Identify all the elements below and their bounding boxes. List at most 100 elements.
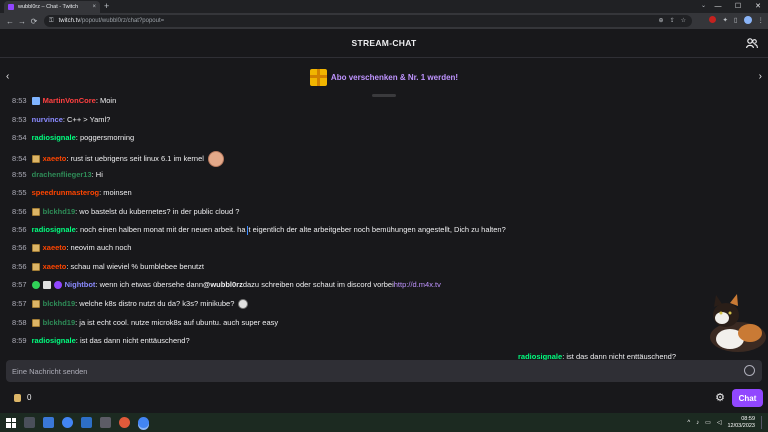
message-username[interactable]: radiosignale: [32, 336, 76, 346]
app-icon[interactable]: [81, 417, 92, 428]
message-username[interactable]: xaeeto: [43, 243, 67, 253]
message-timestamp: 8:57: [12, 280, 27, 289]
message-username[interactable]: drachenflieger13: [32, 170, 92, 180]
chat-send-button[interactable]: Chat: [732, 389, 763, 407]
chat-input[interactable]: [12, 366, 712, 376]
zoom-icon[interactable]: ⊕: [659, 16, 664, 26]
tray-overflow-icon[interactable]: ^: [687, 420, 690, 426]
message-username[interactable]: radiosignale: [32, 133, 76, 143]
network-icon[interactable]: ▭: [705, 419, 711, 426]
message-text: : wo bastelst du kubernetes? in der publ…: [75, 207, 240, 216]
settings-gear-icon[interactable]: ⚙: [714, 392, 726, 404]
channel-points[interactable]: 0: [14, 393, 31, 402]
subscriber-badge-icon[interactable]: [31, 208, 40, 216]
windows-start-icon[interactable]: [6, 417, 16, 428]
gift-banner-text: Abo verschenken & Nr. 1 werden!: [330, 72, 459, 82]
subscriber-badge-icon[interactable]: [31, 300, 40, 308]
subscriber-badge-icon[interactable]: [31, 97, 40, 105]
message-username[interactable]: blckhd19: [43, 207, 76, 217]
chrome-icon[interactable]: [62, 417, 73, 428]
volume-icon[interactable]: ◁: [717, 419, 722, 426]
message-text: : ja ist echt cool. nutze microk8s auf u…: [75, 318, 279, 327]
reload-button[interactable]: ⟳: [28, 17, 40, 26]
browser-tab[interactable]: wubbl0rz – Chat - Twitch ×: [4, 1, 100, 13]
skull-emote-icon[interactable]: [238, 299, 249, 309]
message-mention[interactable]: @wubbl0rz: [203, 280, 243, 290]
users-icon[interactable]: [746, 38, 758, 49]
message-username[interactable]: MartinVonCore: [43, 97, 96, 106]
terminal-icon[interactable]: [100, 417, 111, 428]
close-tab-icon[interactable]: ×: [92, 4, 96, 10]
puzzle-icon[interactable]: ✦: [722, 16, 727, 24]
message-username[interactable]: radiosignale: [32, 225, 76, 235]
message-text: : noch einen halben monat mit der neuen …: [75, 225, 246, 234]
close-window-button[interactable]: ✕: [748, 0, 768, 13]
menu-icon[interactable]: ⋮: [758, 16, 765, 24]
chat-message: 8:57 blckhd19 : welche k8s distro nutzt …: [12, 299, 249, 309]
moderator-badge-icon[interactable]: [31, 281, 40, 289]
verified-badge-icon[interactable]: [53, 281, 62, 289]
taskbar-clock[interactable]: 08:59 12/03/2023: [727, 416, 755, 429]
chat-message: 8:56 blckhd19 : wo bastelst du kubernete…: [12, 207, 239, 217]
message-text: : schau mal wieviel % bumblebee benutzt: [66, 262, 204, 271]
crown-badge-icon[interactable]: [42, 281, 51, 289]
show-desktop-button[interactable]: [761, 416, 762, 429]
chat-input-container[interactable]: [6, 360, 762, 382]
face-emote-icon[interactable]: [207, 151, 224, 167]
message-username[interactable]: nurvince: [32, 115, 63, 125]
star-icon[interactable]: ☆: [681, 16, 686, 26]
microphone-icon[interactable]: ♪: [696, 420, 699, 426]
forward-button[interactable]: →: [16, 17, 28, 26]
maximize-button[interactable]: ☐: [728, 0, 748, 13]
message-text: : rust ist uebrigens seit linux 6.1 im k…: [66, 154, 204, 163]
emote-picker-icon[interactable]: [744, 365, 755, 376]
message-username[interactable]: blckhd19: [43, 318, 76, 328]
subscriber-badge-icon[interactable]: [31, 244, 40, 252]
chat-message: 8:59 radiosignale : ist das dann nicht e…: [12, 336, 190, 346]
message-timestamp: 8:53: [12, 115, 27, 124]
share-icon[interactable]: ⇪: [670, 16, 675, 26]
message-timestamp: 8:56: [12, 207, 27, 216]
banner-prev-button[interactable]: ‹: [6, 72, 9, 82]
app-icon[interactable]: [119, 417, 130, 428]
chat-message-list[interactable]: 8:53 MartinVonCore : Moin 8:53 nurvince …: [0, 97, 768, 350]
url-input[interactable]: ⚿ twitch.tv/popout/wubbl0rz/chat?popout=…: [44, 15, 692, 27]
chat-message: 8:57 Nightbot : wenn ich etwas übersehe …: [12, 280, 441, 290]
message-timestamp: 8:58: [12, 318, 27, 327]
extension-icon[interactable]: [709, 16, 717, 23]
back-button[interactable]: ←: [4, 17, 16, 26]
subscriber-badge-icon[interactable]: [31, 263, 40, 271]
cat-overlay-image: [710, 294, 766, 352]
message-link[interactable]: http://d.m4x.tv: [394, 280, 441, 290]
message-username[interactable]: blckhd19: [43, 299, 76, 309]
lock-icon[interactable]: ⚿: [49, 18, 54, 25]
message-text: : poggersmorning: [75, 133, 135, 142]
chat-message: 8:56 xaeeto : schau mal wieviel % bumble…: [12, 262, 204, 272]
message-text: : Hi: [91, 170, 103, 179]
banner-next-button[interactable]: ›: [759, 72, 762, 82]
chrome-active-icon[interactable]: [138, 417, 149, 428]
search-icon[interactable]: [24, 417, 35, 428]
message-username[interactable]: xaeeto: [43, 154, 67, 164]
address-bar-row: ← → ⟳ ⚿ twitch.tv/popout/wubbl0rz/chat?p…: [0, 13, 768, 29]
url-host: twitch.tv: [58, 18, 81, 24]
message-text-continued: t eigentlich der alte arbeitgeber noch b…: [248, 225, 506, 234]
gift-sub-banner[interactable]: Abo verschenken & Nr. 1 werden! ‹ ›: [0, 59, 768, 95]
message-username[interactable]: speedrunmasterog: [32, 188, 100, 198]
message-text: : wenn ich etwas übersehe dann: [95, 280, 204, 289]
chevron-down-icon[interactable]: ⌄: [701, 2, 706, 9]
minimize-button[interactable]: —: [708, 0, 728, 13]
chat-header: STREAM-CHAT: [0, 29, 768, 58]
message-timestamp: 8:55: [12, 170, 27, 179]
windows-taskbar: ^ ♪ ▭ ◁ 08:59 12/03/2023: [0, 413, 768, 432]
message-text: : welche k8s distro nutzt du da? k3s? mi…: [75, 299, 235, 308]
new-tab-button[interactable]: +: [104, 1, 109, 12]
message-username[interactable]: Nightbot: [65, 280, 96, 290]
subscriber-badge-icon[interactable]: [31, 155, 40, 163]
task-view-icon[interactable]: [43, 417, 54, 428]
message-username[interactable]: xaeeto: [43, 262, 67, 272]
profile-avatar[interactable]: [743, 16, 752, 24]
subscriber-badge-icon[interactable]: [31, 319, 40, 327]
chat-message: 8:54 radiosignale : poggersmorning: [12, 133, 134, 143]
sidebar-icon[interactable]: ▯: [734, 16, 738, 24]
